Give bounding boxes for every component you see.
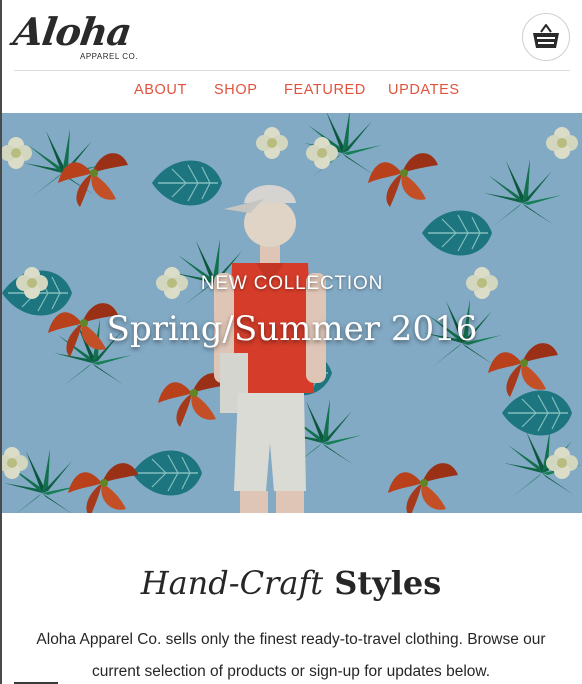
intro-body: Aloha Apparel Co. sells only the finest …: [36, 631, 546, 680]
nav-item-featured[interactable]: FEATURED: [284, 82, 366, 98]
site-header: Aloha APPAREL CO.: [0, 0, 582, 70]
intro-heading-bold: Styles: [334, 564, 442, 602]
cart-button[interactable]: [522, 13, 570, 61]
intro-heading-italic: Hand-Craft: [140, 564, 324, 602]
nav-item-updates[interactable]: UPDATES: [388, 82, 460, 98]
intro-heading: Hand-Craft Styles: [0, 564, 582, 602]
header-divider: [14, 70, 570, 71]
hero-eyebrow: NEW COLLECTION: [200, 273, 384, 294]
hero-banner: NEW COLLECTION Spring/Summer 2016: [2, 113, 582, 513]
shopping-basket-icon: [533, 24, 559, 48]
logo-wordmark: Aloha: [10, 9, 134, 54]
nav-item-shop[interactable]: SHOP: [214, 82, 258, 98]
main-nav: ABOUT SHOP FEATURED UPDATES: [0, 78, 582, 106]
nav-item-about[interactable]: ABOUT: [134, 82, 187, 98]
hero-title: Spring/Summer 2016: [106, 309, 478, 349]
logo-subtext: APPAREL CO.: [80, 52, 138, 61]
brand-logo[interactable]: Aloha APPAREL CO.: [10, 9, 144, 62]
